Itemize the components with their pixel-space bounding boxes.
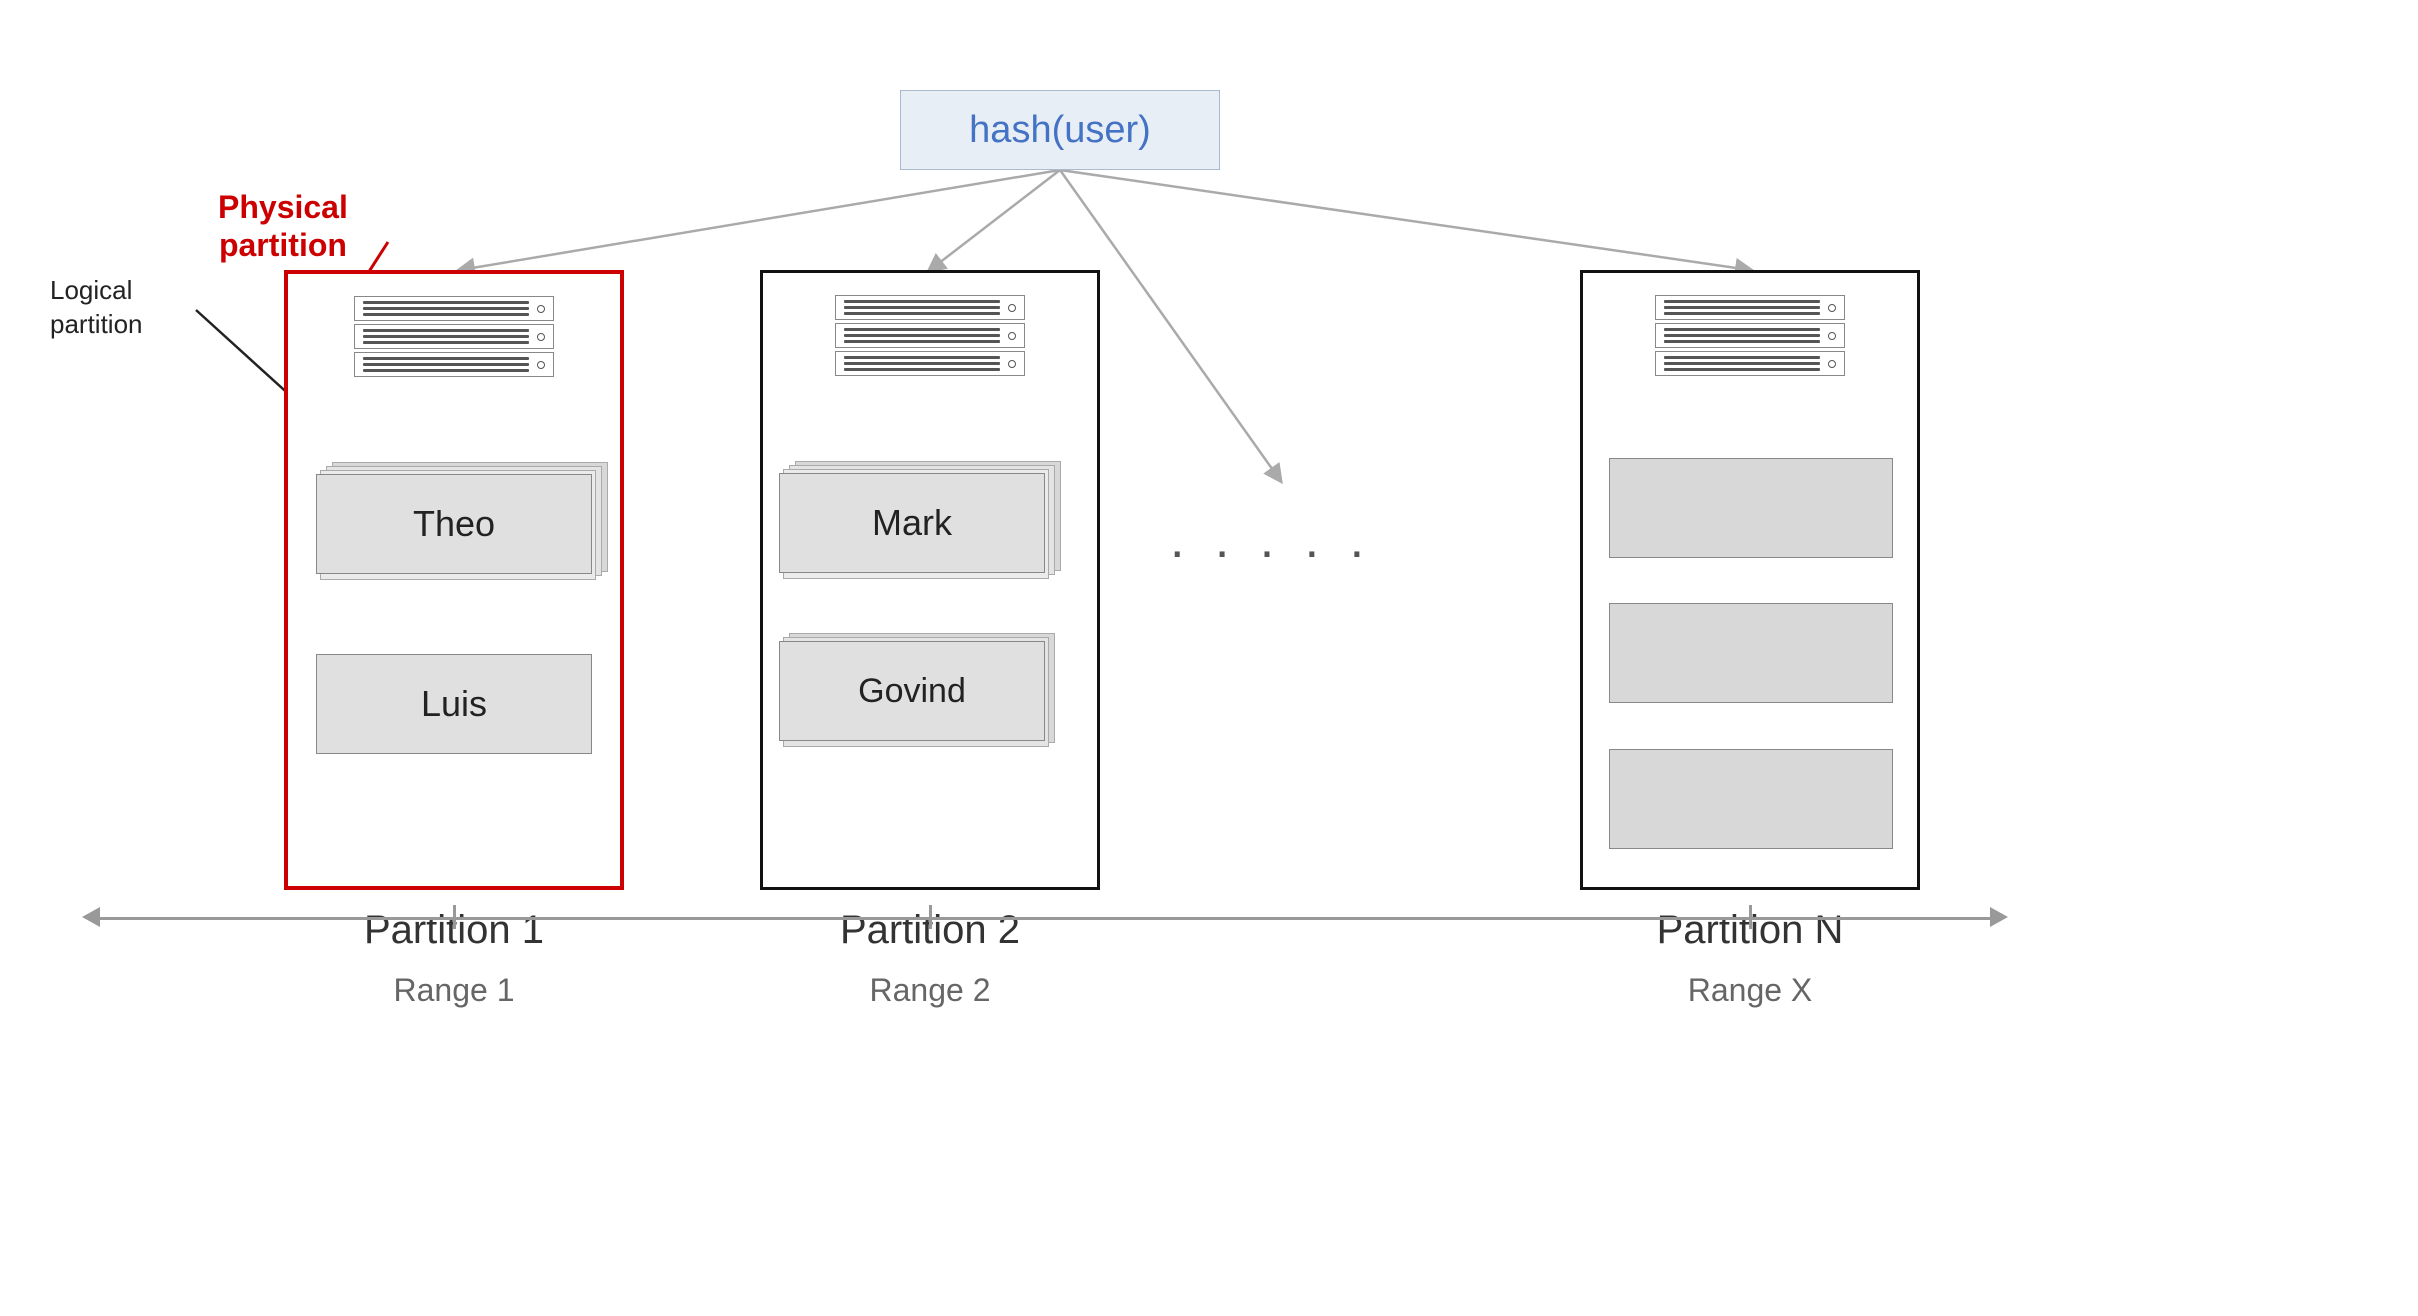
hash-node-label: hash(user) (969, 109, 1151, 152)
luis-label: Luis (421, 683, 487, 725)
partition1-box: Theo Luis (284, 270, 624, 890)
doc-stack-mark: Mark (779, 461, 1079, 581)
partition2-box: Mark Govind (760, 270, 1100, 890)
empty-box-2 (1609, 603, 1893, 703)
luis-box: Luis (316, 654, 592, 754)
rangeX-label: Range X (1580, 972, 1920, 1009)
axis-arrow-left (82, 907, 100, 927)
logical-partition-label: Logical partition (50, 274, 143, 342)
doc-stack-govind: Govind (779, 633, 1079, 753)
server-icon-p1 (354, 296, 554, 377)
axis-tick-1 (453, 905, 456, 929)
doc-stack-theo: Theo (316, 462, 596, 582)
server-icon-pn (1655, 295, 1845, 376)
axis-arrow-right (1990, 907, 2008, 927)
hash-node: hash(user) (900, 90, 1220, 170)
physical-partition-label: Physical partition (218, 188, 348, 265)
mark-label: Mark (872, 502, 952, 544)
axis-line (100, 917, 1990, 920)
server-icon-p2 (835, 295, 1025, 376)
ellipsis: . . . . . (1170, 510, 1372, 570)
axis-tick-3 (1749, 905, 1752, 929)
theo-label: Theo (413, 503, 495, 545)
diagram-container: hash(user) Physical partition Logical pa… (0, 0, 2418, 1316)
range1-label: Range 1 (284, 972, 624, 1009)
empty-box-3 (1609, 749, 1893, 849)
govind-label: Govind (858, 672, 966, 711)
range2-label: Range 2 (760, 972, 1100, 1009)
axis-tick-2 (929, 905, 932, 929)
empty-box-1 (1609, 458, 1893, 558)
partitionN-box (1580, 270, 1920, 890)
